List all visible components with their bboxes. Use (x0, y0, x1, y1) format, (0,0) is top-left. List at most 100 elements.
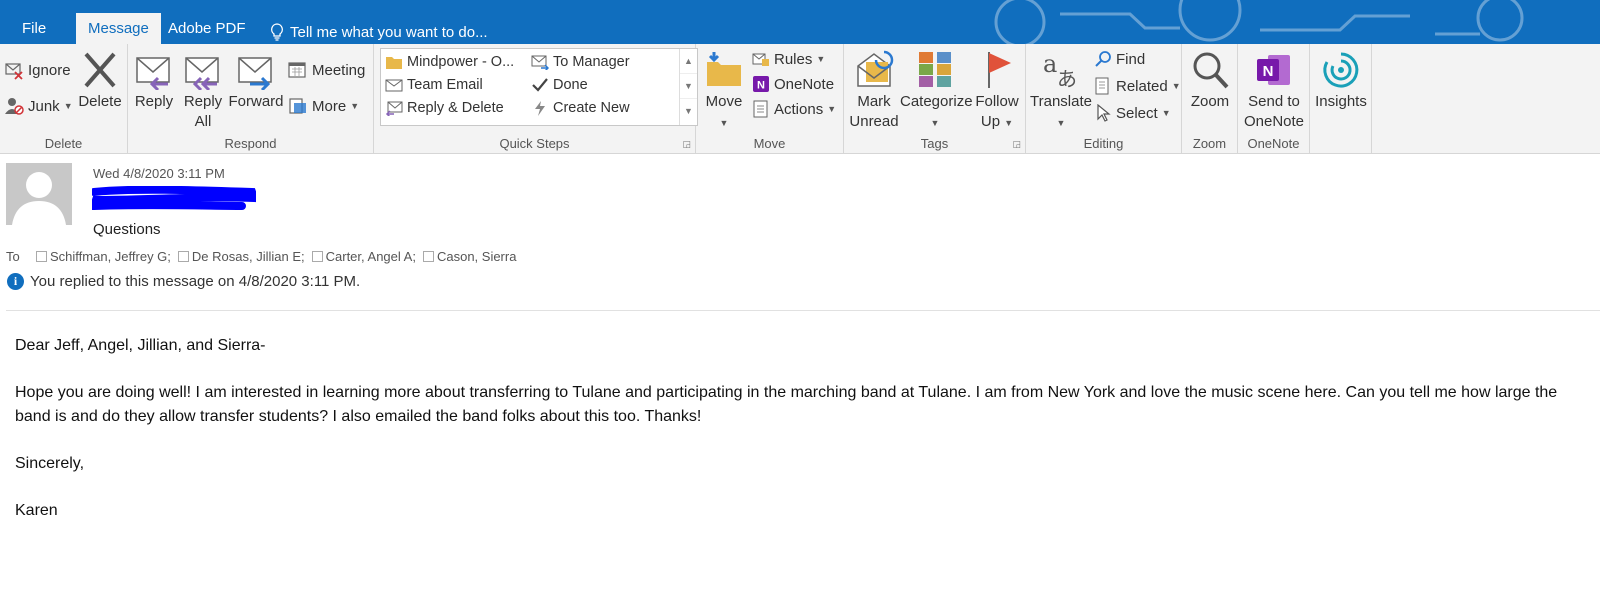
mark-unread-button[interactable]: Mark Unread (848, 50, 900, 132)
chevron-down-icon: ▼ (1056, 118, 1066, 128)
scroll-down-icon[interactable]: ▼ (680, 74, 697, 99)
translate-button[interactable]: a あ Translate ▼ (1030, 50, 1092, 133)
quick-steps-group: Mindpower - O... To Manager Team Email D… (374, 44, 698, 154)
quick-steps-scrollbar[interactable]: ▲ ▼ ▼ (679, 49, 697, 125)
related-icon (1095, 77, 1109, 95)
lightbulb-icon (271, 23, 283, 41)
quickstep-create-new[interactable]: Create New (531, 100, 630, 116)
actions-button[interactable]: Actions ▼ (752, 100, 836, 118)
expand-gallery-icon[interactable]: ▼ (680, 99, 697, 124)
move-button[interactable]: Move ▼ (702, 50, 746, 133)
respond-group-label: Respond (224, 136, 277, 151)
dialog-launcher-icon[interactable]: ◲ (682, 139, 691, 150)
info-icon: i (7, 273, 24, 290)
dialog-launcher-icon[interactable]: ◲ (1012, 139, 1021, 150)
flag-icon (988, 52, 1011, 88)
recipient[interactable]: De Rosas, Jillian E; (177, 249, 312, 264)
ignore-button[interactable]: Ignore (4, 60, 71, 80)
chevron-down-icon: ▼ (1171, 81, 1181, 91)
scroll-up-icon[interactable]: ▲ (680, 49, 697, 74)
mark-unread-icon (857, 50, 894, 87)
send-to-onenote-button[interactable]: N Send to OneNote (1240, 50, 1308, 132)
related-button[interactable]: Related ▼ (1094, 77, 1181, 95)
move-group: Move ▼ Rules ▼ N OneNote Actions ▼ Move (696, 44, 844, 154)
search-icon (1095, 51, 1111, 67)
recipient[interactable]: Carter, Angel A; (311, 249, 423, 264)
meeting-button[interactable]: Meeting (288, 60, 365, 80)
forward-button[interactable]: Forward (228, 50, 284, 112)
recipient-checkbox[interactable] (311, 251, 323, 262)
tell-me-search[interactable]: Tell me what you want to do... (258, 13, 500, 44)
chevron-down-icon: ▼ (350, 101, 360, 111)
move-group-label: Move (753, 136, 786, 151)
chevron-down-icon: ▼ (827, 104, 837, 114)
message-body: Dear Jeff, Angel, Jillian, and Sierra- H… (15, 334, 1575, 546)
quickstep-mindpower[interactable]: Mindpower - O... (385, 54, 514, 70)
ignore-icon (5, 63, 23, 80)
quick-steps-group-label: Quick Steps (499, 136, 570, 151)
delete-group: Ignore Junk ▼ Delete Delete (0, 44, 128, 154)
move-folder-icon (707, 52, 741, 86)
onenote-group-label: OneNote (1247, 136, 1300, 151)
quickstep-team-email[interactable]: Team Email (385, 77, 483, 93)
find-button[interactable]: Find (1094, 50, 1145, 68)
chevron-down-icon: ▼ (63, 101, 73, 111)
chevron-down-icon: ▼ (930, 118, 940, 128)
header-divider (6, 310, 1600, 311)
tab-adobe-pdf[interactable]: Adobe PDF (156, 13, 258, 44)
message-date: Wed 4/8/2020 3:11 PM (93, 166, 225, 181)
quick-steps-gallery: Mindpower - O... To Manager Team Email D… (380, 48, 698, 126)
quickstep-reply-delete[interactable]: Reply & Delete (385, 100, 504, 116)
magnifier-icon (1193, 52, 1229, 89)
forward-icon (238, 57, 272, 90)
rules-button[interactable]: Rules ▼ (752, 50, 825, 68)
zoom-group: Zoom Zoom (1182, 44, 1238, 154)
recipient[interactable]: Schiffman, Jeffrey G; (36, 249, 178, 264)
actions-icon (753, 100, 768, 118)
chevron-down-icon: ▼ (816, 54, 826, 64)
recipient[interactable]: Cason, Sierra (422, 249, 516, 264)
ribbon: Ignore Junk ▼ Delete Delete Reply Reply … (0, 44, 1600, 154)
chevron-down-icon: ▼ (1161, 108, 1171, 118)
tab-message[interactable]: Message (76, 13, 161, 44)
cursor-icon (1097, 104, 1111, 122)
lightning-icon (535, 101, 545, 116)
body-closing: Sincerely, (15, 455, 85, 472)
junk-icon (5, 98, 24, 115)
recipient-checkbox[interactable] (177, 251, 189, 262)
onenote-small-icon: N (753, 76, 769, 92)
tags-group: Mark Unread Categorize ▼ Follow Up ▼ Tag… (844, 44, 1026, 154)
categorize-button[interactable]: Categorize ▼ (900, 50, 973, 133)
translate-icon: a あ (1043, 50, 1077, 90)
more-respond-button[interactable]: More ▼ (288, 96, 359, 116)
reply-icon (136, 57, 170, 90)
quickstep-done[interactable]: Done (531, 77, 588, 93)
onenote-icon: N (1257, 55, 1290, 85)
folder-icon (386, 57, 402, 69)
zoom-group-label: Zoom (1192, 136, 1227, 151)
recipient-checkbox[interactable] (422, 251, 434, 262)
title-bar: File Message Adobe PDF Tell me what you … (0, 0, 1600, 44)
insights-button[interactable]: Insights (1314, 50, 1368, 112)
junk-button[interactable]: Junk ▼ (4, 96, 73, 116)
recipients-row: To Schiffman, Jeffrey G; De Rosas, Jilli… (6, 249, 516, 264)
delete-button[interactable]: Delete (78, 50, 122, 112)
recipient-checkbox[interactable] (36, 251, 47, 262)
reply-button[interactable]: Reply (132, 50, 176, 112)
follow-up-button[interactable]: Follow Up ▼ (972, 50, 1022, 133)
tab-file[interactable]: File (10, 13, 58, 44)
svg-text:あ: あ (1057, 67, 1077, 90)
checkmark-icon (532, 78, 548, 92)
reply-all-icon (185, 57, 219, 90)
message-subject: Questions (93, 221, 161, 238)
svg-text:N: N (1263, 63, 1274, 80)
quickstep-to-manager[interactable]: To Manager (531, 54, 630, 70)
forward-mail-icon (531, 55, 549, 70)
reply-all-button[interactable]: Reply All (180, 50, 226, 132)
zoom-button[interactable]: Zoom (1186, 50, 1234, 112)
body-paragraph: Hope you are doing well! I am interested… (15, 384, 1558, 425)
onenote-move-button[interactable]: N OneNote (752, 75, 834, 93)
select-button[interactable]: Select ▼ (1094, 104, 1171, 122)
insights-icon (1323, 52, 1359, 88)
reply-info-bar[interactable]: i You replied to this message on 4/8/202… (7, 273, 360, 290)
